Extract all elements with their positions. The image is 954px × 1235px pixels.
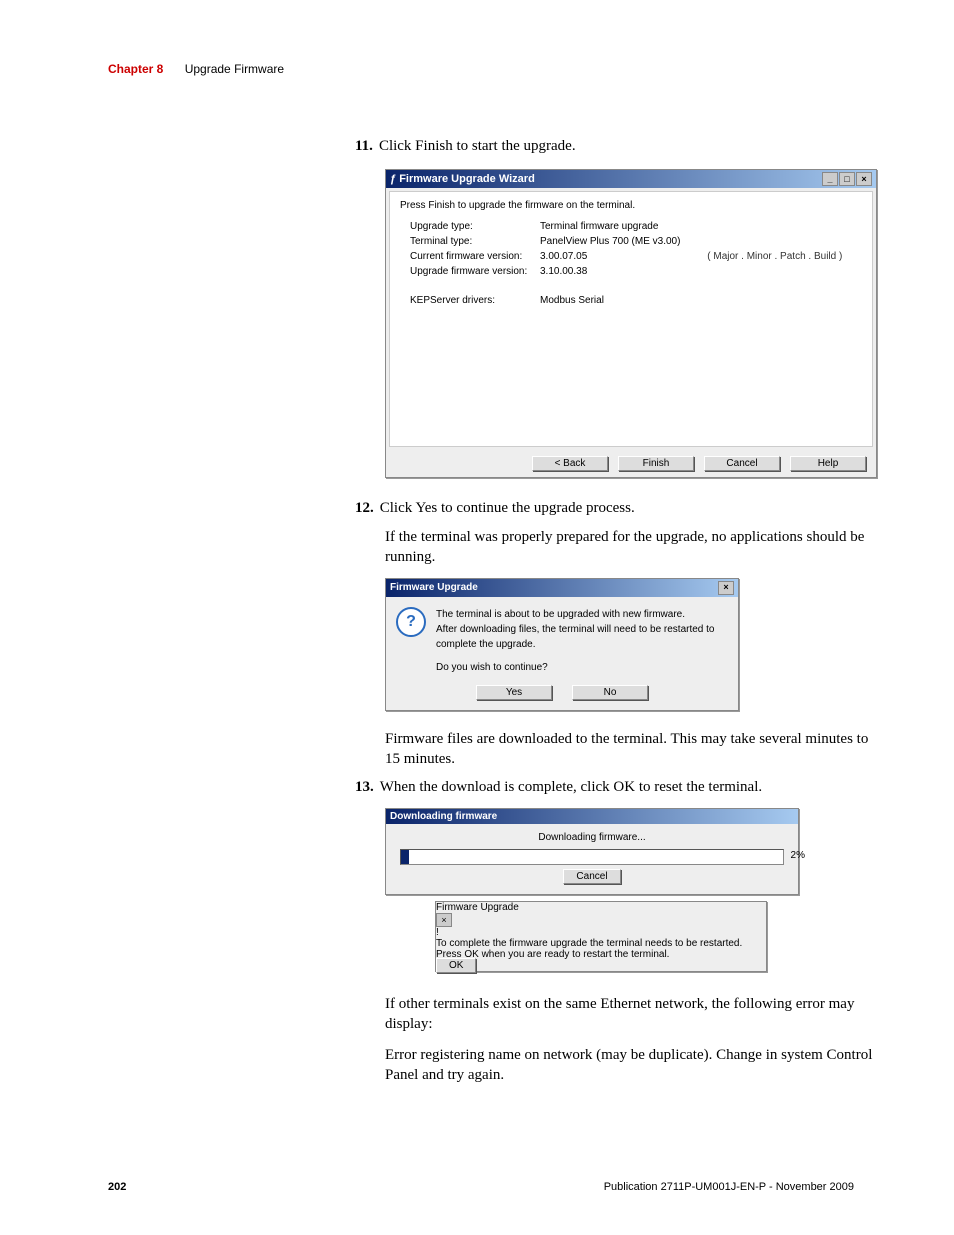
- ok-button[interactable]: OK: [436, 958, 476, 973]
- help-button[interactable]: Help: [790, 456, 866, 471]
- downloading-body: Downloading firmware... 2% Cancel: [386, 824, 798, 894]
- cancel-download-button[interactable]: Cancel: [563, 869, 620, 884]
- maximize-button[interactable]: □: [839, 172, 855, 186]
- kepserver-row: KEPServer drivers: Modbus Serial: [410, 295, 862, 306]
- step-text: Click Finish to start the upgrade.: [379, 138, 576, 154]
- close-button[interactable]: ×: [718, 581, 734, 595]
- confirm-line-1: The terminal is about to be upgraded wit…: [436, 607, 728, 622]
- downloading-label: Downloading firmware...: [400, 832, 784, 843]
- downloading-titlebar: Downloading firmware: [386, 809, 798, 824]
- finish-button[interactable]: Finish: [618, 456, 694, 471]
- restart-dialog-message: To complete the firmware upgrade the ter…: [436, 938, 766, 960]
- step-13: 13. When the download is complete, click …: [355, 779, 874, 796]
- firmware-upgrade-restart-dialog: Firmware Upgrade × ! To complete the fir…: [435, 901, 767, 972]
- restart-line-2: Press OK when you are ready to restart t…: [436, 949, 766, 960]
- wizard-body: Press Finish to upgrade the firmware on …: [389, 191, 873, 447]
- ending-paragraph-2: Error registering name on network (may b…: [385, 1045, 874, 1086]
- question-icon: ?: [396, 607, 426, 637]
- firmware-format-annotation: ( Major . Minor . Patch . Build ): [707, 251, 842, 262]
- kepserver-value: Modbus Serial: [540, 295, 604, 306]
- restart-line-1: To complete the firmware upgrade the ter…: [436, 938, 766, 949]
- publication-info: Publication 2711P-UM001J-EN-P - November…: [604, 1181, 854, 1193]
- step-text: Click Yes to continue the upgrade proces…: [380, 500, 635, 516]
- close-button[interactable]: ×: [436, 913, 452, 927]
- restart-dialog-body: ! To complete the firmware upgrade the t…: [436, 927, 766, 960]
- upgrade-type-label: Upgrade type:: [410, 221, 540, 232]
- step-12: 12. Click Yes to continue the upgrade pro…: [355, 500, 874, 517]
- current-firmware-row: Current firmware version: 3.00.07.05 ( M…: [410, 251, 862, 262]
- no-button[interactable]: No: [572, 685, 648, 700]
- confirm-line-2: After downloading files, the terminal wi…: [436, 622, 728, 652]
- minimize-button[interactable]: _: [822, 172, 838, 186]
- downloading-firmware-window: Downloading firmware Downloading firmwar…: [385, 808, 799, 895]
- upgrade-firmware-label: Upgrade firmware version:: [410, 266, 540, 277]
- chapter-label: Chapter 8: [108, 62, 163, 76]
- progress-bar: 2%: [400, 849, 784, 865]
- wizard-button-bar: < Back Finish Cancel Help: [386, 450, 876, 477]
- yes-button[interactable]: Yes: [476, 685, 552, 700]
- confirm-dialog-buttons: Yes No: [386, 685, 738, 710]
- step-number: 13.: [355, 779, 374, 795]
- terminal-type-label: Terminal type:: [410, 236, 540, 247]
- chapter-title: Upgrade Firmware: [185, 62, 284, 76]
- cancel-button[interactable]: Cancel: [704, 456, 780, 471]
- progress-percent: 2%: [791, 850, 805, 861]
- confirm-dialog-titlebar: Firmware Upgrade ×: [386, 579, 738, 597]
- window-controls: _ □ ×: [822, 172, 872, 186]
- restart-dialog-buttons: OK: [436, 960, 766, 971]
- step-11: 11. Click Finish to start the upgrade.: [355, 138, 874, 155]
- confirm-line-3: Do you wish to continue?: [436, 660, 728, 675]
- current-firmware-value: 3.00.07.05: [540, 251, 587, 262]
- confirm-dialog-message: The terminal is about to be upgraded wit…: [436, 607, 728, 675]
- ending-paragraph-1: If other terminals exist on the same Eth…: [385, 994, 874, 1035]
- wizard-heading: Press Finish to upgrade the firmware on …: [400, 200, 862, 211]
- back-button[interactable]: < Back: [532, 456, 608, 471]
- firmware-upgrade-confirm-dialog: Firmware Upgrade × ? The terminal is abo…: [385, 578, 739, 711]
- confirm-dialog-title: Firmware Upgrade: [390, 582, 478, 593]
- post-confirm-paragraph: Firmware files are downloaded to the ter…: [385, 729, 874, 770]
- kepserver-label: KEPServer drivers:: [410, 295, 540, 306]
- wizard-app-icon: ƒ Firmware Upgrade Wizard: [390, 173, 535, 185]
- step-number: 12.: [355, 500, 374, 516]
- upgrade-firmware-row: Upgrade firmware version: 3.10.00.38: [410, 266, 862, 277]
- step-number: 11.: [355, 138, 373, 154]
- restart-dialog-title: Firmware Upgrade: [436, 902, 519, 913]
- upgrade-firmware-value: 3.10.00.38: [540, 266, 587, 277]
- wizard-titlebar: ƒ Firmware Upgrade Wizard _ □ ×: [386, 170, 876, 188]
- restart-dialog-titlebar: Firmware Upgrade ×: [436, 902, 766, 927]
- upgrade-type-row: Upgrade type: Terminal firmware upgrade: [410, 221, 862, 232]
- confirm-dialog-body: ? The terminal is about to be upgraded w…: [386, 597, 738, 685]
- page-number: 202: [108, 1181, 126, 1193]
- page-footer: 202 Publication 2711P-UM001J-EN-P - Nove…: [108, 1181, 854, 1193]
- progress-fill: [401, 850, 409, 864]
- page-header: Chapter 8 Upgrade Firmware: [108, 62, 854, 76]
- step-text: When the download is complete, click OK …: [380, 779, 762, 795]
- firmware-upgrade-wizard-window: ƒ Firmware Upgrade Wizard _ □ × Press Fi…: [385, 169, 877, 478]
- wizard-title: Firmware Upgrade Wizard: [399, 173, 535, 185]
- current-firmware-label: Current firmware version:: [410, 251, 540, 262]
- warning-icon: !: [436, 927, 766, 938]
- body-column: 11. Click Finish to start the upgrade. ƒ …: [355, 138, 874, 1095]
- upgrade-type-value: Terminal firmware upgrade: [540, 221, 658, 232]
- close-button[interactable]: ×: [856, 172, 872, 186]
- terminal-type-row: Terminal type: PanelView Plus 700 (ME v3…: [410, 236, 862, 247]
- step-12-paragraph: If the terminal was properly prepared fo…: [385, 527, 874, 568]
- terminal-type-value: PanelView Plus 700 (ME v3.00): [540, 236, 680, 247]
